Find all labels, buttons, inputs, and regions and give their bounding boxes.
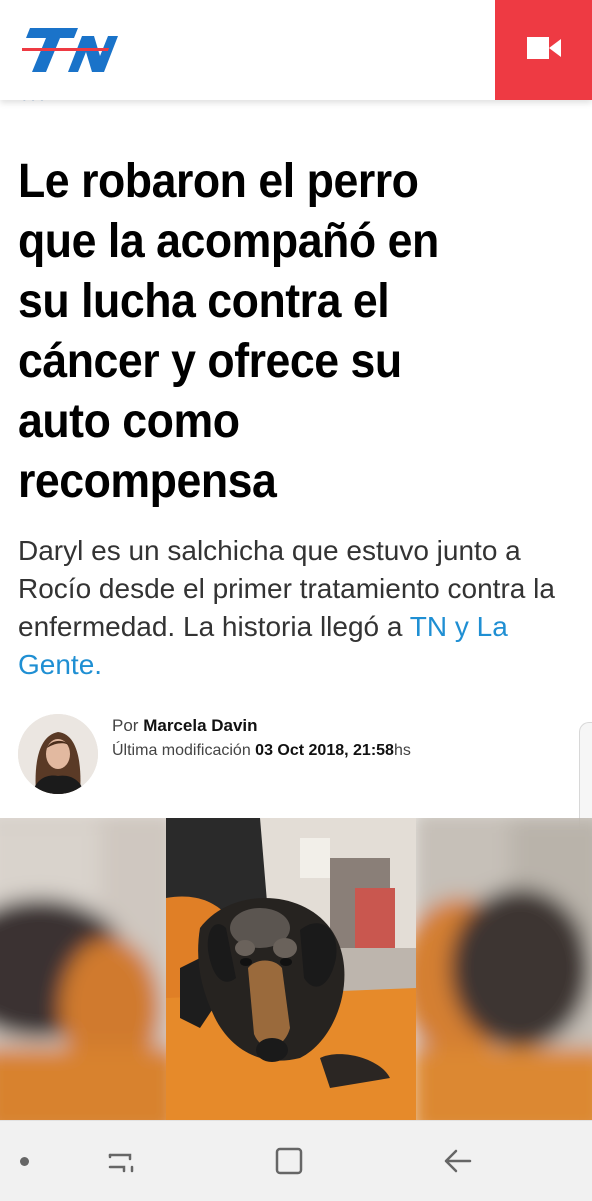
section-breadcrumb-peek: • • • ———————— — [0, 100, 592, 106]
modified-date: 03 Oct 2018, 21:58 — [255, 742, 394, 759]
back-arrow-icon[interactable] — [442, 1145, 474, 1182]
last-modified: Última modificación 03 Oct 2018, 21:58hs — [112, 742, 411, 760]
modified-suffix: hs — [393, 742, 411, 759]
article-headline: Le robaron el perro que la acompañó en s… — [18, 155, 439, 508]
recent-apps-icon[interactable] — [104, 1145, 138, 1182]
article-photo[interactable] — [0, 818, 592, 1120]
modified-label: Última modificación — [112, 742, 251, 759]
byline-prefix: Por — [112, 716, 139, 735]
video-camera-icon — [526, 36, 561, 64]
article-lead: Daryl es un salchicha que estuvo junto a… — [18, 532, 578, 684]
dot-indicator-icon[interactable] — [20, 1157, 29, 1166]
tn-logo[interactable]: TN — [15, 26, 118, 79]
author-name[interactable]: Marcela Davin — [143, 716, 257, 735]
video-button[interactable] — [495, 0, 592, 100]
author-byline: Por Marcela Davin — [112, 716, 258, 736]
system-navigation-bar — [0, 1120, 592, 1201]
site-header: TN — [0, 0, 592, 100]
home-icon[interactable] — [274, 1145, 304, 1182]
author-avatar[interactable] — [18, 714, 98, 794]
